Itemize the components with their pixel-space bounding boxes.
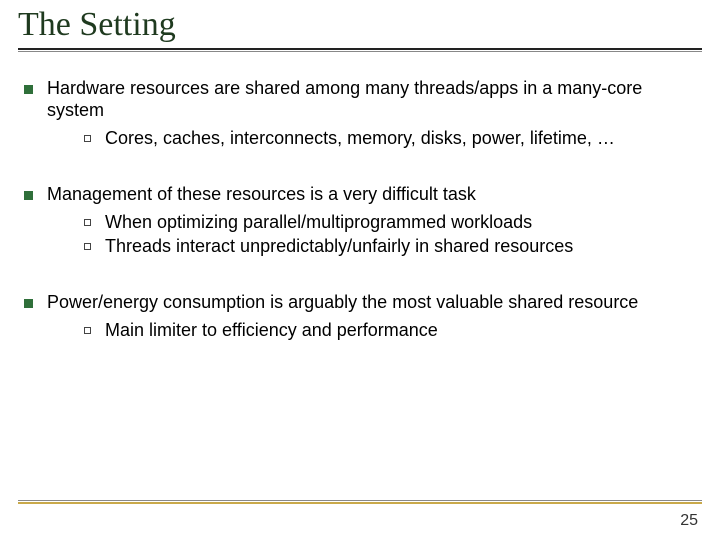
footer-divider-top bbox=[18, 500, 702, 501]
bullet-level2: When optimizing parallel/multiprogrammed… bbox=[84, 212, 696, 234]
bullet-text: Threads interact unpredictably/unfairly … bbox=[105, 236, 696, 258]
bullet-level1: Power/energy consumption is arguably the… bbox=[24, 292, 696, 314]
title-divider-top bbox=[18, 48, 702, 50]
sub-bullets: Cores, caches, interconnects, memory, di… bbox=[84, 128, 696, 150]
bullet-text: When optimizing parallel/multiprogrammed… bbox=[105, 212, 696, 234]
bullet-text: Cores, caches, interconnects, memory, di… bbox=[105, 128, 696, 150]
footer-divider-bottom bbox=[18, 502, 702, 504]
bullet-level2: Main limiter to efficiency and performan… bbox=[84, 320, 696, 342]
title-divider-bottom bbox=[18, 51, 702, 52]
page-number: 25 bbox=[680, 512, 698, 530]
bullet-level1: Management of these resources is a very … bbox=[24, 184, 696, 206]
square-bullet-icon bbox=[24, 299, 33, 308]
spacer bbox=[24, 170, 696, 184]
footer-divider bbox=[18, 500, 702, 504]
bullet-text: Management of these resources is a very … bbox=[47, 184, 696, 206]
slide-title: The Setting bbox=[18, 6, 702, 44]
square-bullet-icon bbox=[24, 191, 33, 200]
title-block: The Setting bbox=[0, 0, 720, 54]
sub-bullets: When optimizing parallel/multiprogrammed… bbox=[84, 212, 696, 258]
bullet-text: Main limiter to efficiency and performan… bbox=[105, 320, 696, 342]
bullet-level2: Cores, caches, interconnects, memory, di… bbox=[84, 128, 696, 150]
hollow-square-icon bbox=[84, 135, 91, 142]
slide: The Setting Hardware resources are share… bbox=[0, 0, 720, 540]
bullet-text: Hardware resources are shared among many… bbox=[47, 78, 696, 122]
bullet-level2: Threads interact unpredictably/unfairly … bbox=[84, 236, 696, 258]
bullet-level1: Hardware resources are shared among many… bbox=[24, 78, 696, 122]
spacer bbox=[24, 278, 696, 292]
hollow-square-icon bbox=[84, 219, 91, 226]
hollow-square-icon bbox=[84, 243, 91, 250]
square-bullet-icon bbox=[24, 85, 33, 94]
bullet-text: Power/energy consumption is arguably the… bbox=[47, 292, 696, 314]
sub-bullets: Main limiter to efficiency and performan… bbox=[84, 320, 696, 342]
content: Hardware resources are shared among many… bbox=[0, 54, 720, 342]
hollow-square-icon bbox=[84, 327, 91, 334]
